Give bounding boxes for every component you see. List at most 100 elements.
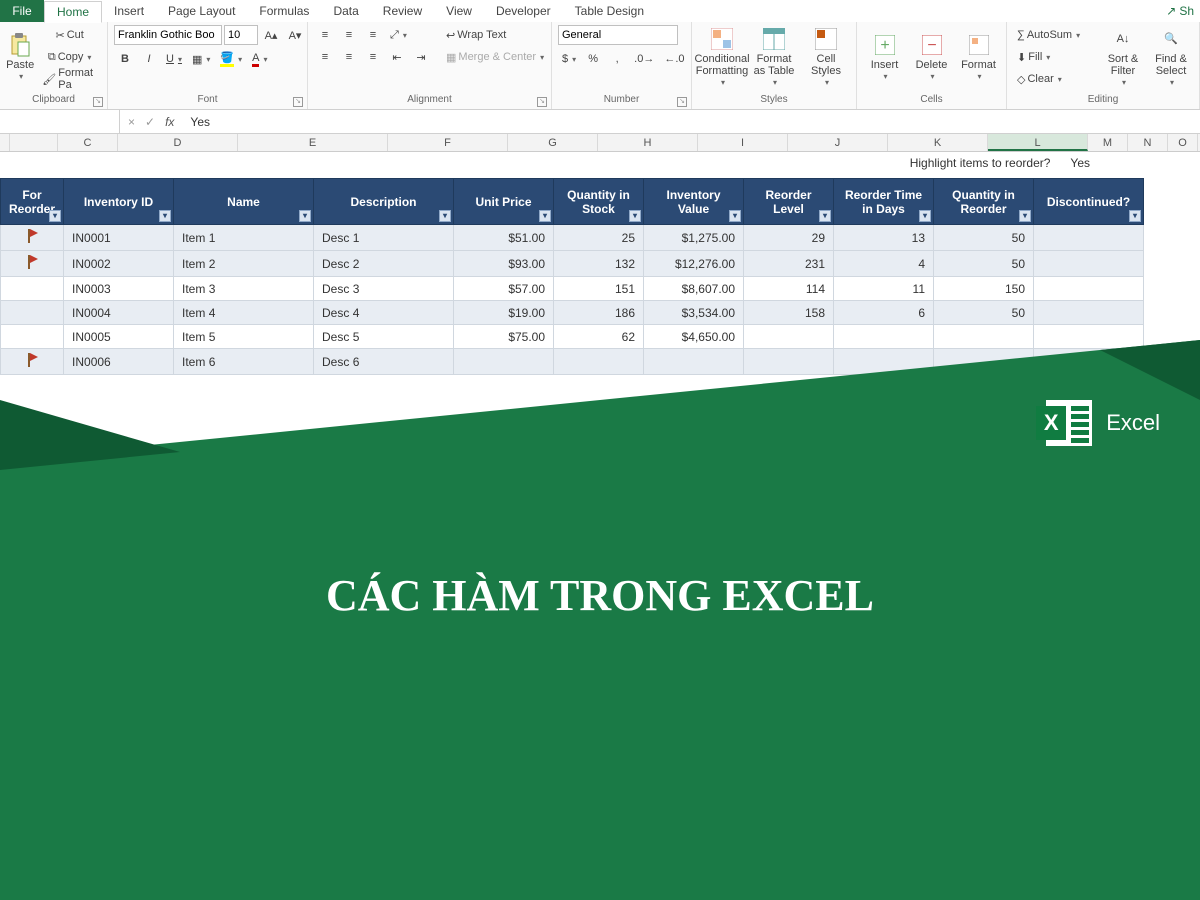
table-row[interactable]: IN0001Item 1Desc 1$51.0025$1,275.0029135… xyxy=(1,225,1144,251)
conditional-formatting-button[interactable]: Conditional Formatting▾ xyxy=(698,25,746,91)
cell[interactable]: $8,607.00 xyxy=(644,277,744,301)
tab-data[interactable]: Data xyxy=(321,0,370,22)
col-header-H[interactable]: H xyxy=(598,134,698,151)
cell[interactable]: $93.00 xyxy=(454,251,554,277)
filter-button-icon[interactable]: ▾ xyxy=(629,210,641,222)
th-reorder-time-in-days[interactable]: Reorder Time in Days▾ xyxy=(834,179,934,225)
number-format-select[interactable] xyxy=(558,25,678,45)
cell[interactable]: IN0004 xyxy=(64,301,174,325)
col-header-blank[interactable] xyxy=(10,134,58,151)
col-header-E[interactable]: E xyxy=(238,134,388,151)
filter-button-icon[interactable]: ▾ xyxy=(439,210,451,222)
table-row[interactable]: IN0002Item 2Desc 2$93.00132$12,276.00231… xyxy=(1,251,1144,277)
increase-decimal-button[interactable]: .0→ xyxy=(630,49,658,69)
tab-formulas[interactable]: Formulas xyxy=(247,0,321,22)
filter-button-icon[interactable]: ▾ xyxy=(819,210,831,222)
font-color-button[interactable]: A▾ xyxy=(248,49,271,69)
th-description[interactable]: Description▾ xyxy=(314,179,454,225)
accounting-format-button[interactable]: $▾ xyxy=(558,49,580,69)
col-header-K[interactable]: K xyxy=(888,134,988,151)
th-quantity-in-stock[interactable]: Quantity in Stock▾ xyxy=(554,179,644,225)
formula-input[interactable]: Yes xyxy=(182,115,218,129)
align-middle-button[interactable]: ≡ xyxy=(338,25,360,45)
wrap-text-button[interactable]: ↩Wrap Text xyxy=(442,25,552,45)
tab-home[interactable]: Home xyxy=(44,1,102,23)
cell[interactable]: 231 xyxy=(744,251,834,277)
cell[interactable]: $19.00 xyxy=(454,301,554,325)
th-inventory-value[interactable]: Inventory Value▾ xyxy=(644,179,744,225)
tab-page-layout[interactable]: Page Layout xyxy=(156,0,247,22)
cell[interactable]: 132 xyxy=(554,251,644,277)
th-inventory-id[interactable]: Inventory ID▾ xyxy=(64,179,174,225)
cell[interactable]: $57.00 xyxy=(454,277,554,301)
filter-button-icon[interactable]: ▾ xyxy=(49,210,61,222)
cell[interactable]: IN0002 xyxy=(64,251,174,277)
cell[interactable]: Item 4 xyxy=(174,301,314,325)
col-header-L[interactable]: L xyxy=(988,134,1088,151)
col-header-I[interactable]: I xyxy=(698,134,788,151)
font-name-select[interactable] xyxy=(114,25,222,45)
paste-button[interactable]: Paste▾ xyxy=(6,25,34,91)
align-top-button[interactable]: ≡ xyxy=(314,25,336,45)
cell[interactable] xyxy=(1034,251,1144,277)
cell[interactable] xyxy=(1034,277,1144,301)
align-bottom-button[interactable]: ≡ xyxy=(362,25,384,45)
filter-button-icon[interactable]: ▾ xyxy=(159,210,171,222)
cell[interactable]: $1,275.00 xyxy=(644,225,744,251)
cell[interactable]: 29 xyxy=(744,225,834,251)
cell[interactable]: Desc 3 xyxy=(314,277,454,301)
align-right-button[interactable]: ≡ xyxy=(362,47,384,67)
align-left-button[interactable]: ≡ xyxy=(314,47,336,67)
decrease-indent-button[interactable]: ⇤ xyxy=(386,47,408,67)
cell[interactable]: $12,276.00 xyxy=(644,251,744,277)
borders-button[interactable]: ▦▾ xyxy=(188,49,214,69)
col-header-M[interactable]: M xyxy=(1088,134,1128,151)
increase-font-button[interactable]: A▴ xyxy=(260,25,282,45)
cell[interactable]: IN0001 xyxy=(64,225,174,251)
th-discontinued-[interactable]: Discontinued?▾ xyxy=(1034,179,1144,225)
share-button[interactable]: ↗ Sh xyxy=(1160,0,1200,22)
col-header-O[interactable]: O xyxy=(1168,134,1198,151)
table-row[interactable]: IN0004Item 4Desc 4$19.00186$3,534.001586… xyxy=(1,301,1144,325)
filter-button-icon[interactable]: ▾ xyxy=(299,210,311,222)
th-unit-price[interactable]: Unit Price▾ xyxy=(454,179,554,225)
dialog-launcher-icon[interactable]: ↘ xyxy=(677,97,687,107)
cancel-icon[interactable]: × xyxy=(128,115,135,129)
cell[interactable]: 114 xyxy=(744,277,834,301)
th-name[interactable]: Name▾ xyxy=(174,179,314,225)
italic-button[interactable]: I xyxy=(138,49,160,69)
cell[interactable]: 25 xyxy=(554,225,644,251)
cell[interactable]: 50 xyxy=(934,225,1034,251)
comma-button[interactable]: , xyxy=(606,49,628,69)
tab-table-design[interactable]: Table Design xyxy=(563,0,656,22)
cell[interactable]: IN0003 xyxy=(64,277,174,301)
format-cells-button[interactable]: Format▾ xyxy=(957,25,1000,91)
find-select-button[interactable]: 🔍Find & Select▾ xyxy=(1149,25,1193,91)
col-header-N[interactable]: N xyxy=(1128,134,1168,151)
col-header-J[interactable]: J xyxy=(788,134,888,151)
bold-button[interactable]: B xyxy=(114,49,136,69)
th-for-reorder[interactable]: For Reorder▾ xyxy=(1,179,64,225)
increase-indent-button[interactable]: ⇥ xyxy=(410,47,432,67)
th-reorder-level[interactable]: Reorder Level▾ xyxy=(744,179,834,225)
format-as-table-button[interactable]: Format as Table▾ xyxy=(750,25,798,91)
cell[interactable]: 6 xyxy=(834,301,934,325)
fx-icon[interactable]: fx xyxy=(165,115,174,129)
autosum-button[interactable]: ∑AutoSum▾ xyxy=(1013,25,1097,45)
format-painter-button[interactable]: 🖌Format Pa xyxy=(38,69,101,89)
percent-button[interactable]: % xyxy=(582,49,604,69)
delete-cells-button[interactable]: −Delete▾ xyxy=(910,25,953,91)
cell[interactable] xyxy=(1034,225,1144,251)
tab-developer[interactable]: Developer xyxy=(484,0,563,22)
cell[interactable]: $3,534.00 xyxy=(644,301,744,325)
filter-button-icon[interactable]: ▾ xyxy=(919,210,931,222)
col-header-C[interactable]: C xyxy=(58,134,118,151)
cell-styles-button[interactable]: Cell Styles▾ xyxy=(802,25,850,91)
cell[interactable]: 11 xyxy=(834,277,934,301)
th-quantity-in-reorder[interactable]: Quantity in Reorder▾ xyxy=(934,179,1034,225)
col-header-F[interactable]: F xyxy=(388,134,508,151)
cell[interactable]: Desc 4 xyxy=(314,301,454,325)
cell[interactable]: Item 1 xyxy=(174,225,314,251)
col-header-blank[interactable] xyxy=(0,134,10,151)
tab-file[interactable]: File xyxy=(0,0,44,22)
